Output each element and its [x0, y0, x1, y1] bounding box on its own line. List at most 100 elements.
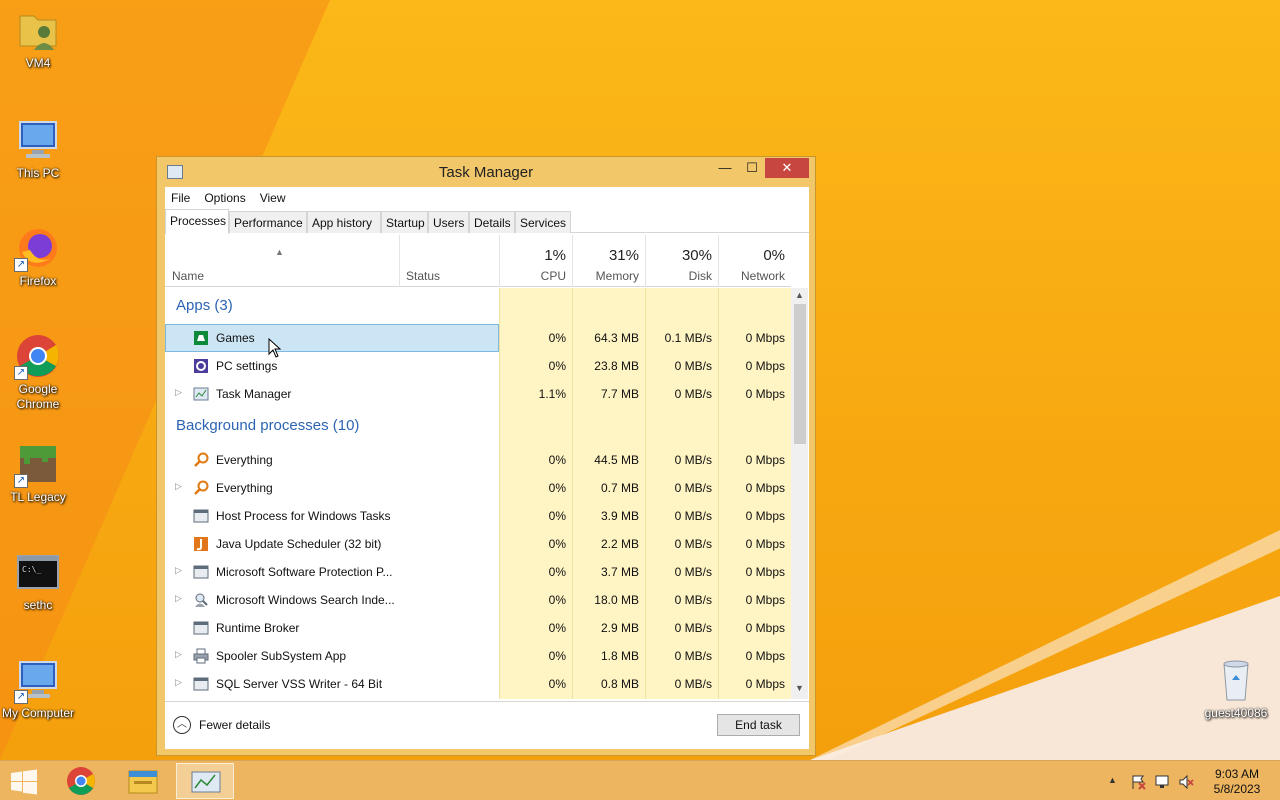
sort-ascending-icon: ▲ [275, 247, 284, 257]
printer-icon [193, 648, 209, 664]
expand-chevron-icon[interactable]: ▷ [175, 677, 182, 688]
end-task-button[interactable]: End task [717, 714, 800, 736]
system-window-icon [193, 676, 209, 692]
table-row[interactable]: Games 0% 64.3 MB 0.1 MB/s 0 Mbps [165, 324, 791, 352]
start-button[interactable] [10, 769, 38, 795]
vertical-scrollbar[interactable]: ▲ ▼ [791, 288, 808, 699]
shortcut-arrow-icon: ↗ [14, 690, 28, 704]
column-header-network[interactable]: 0% Network [718, 235, 791, 287]
desktop-icon-sethc[interactable]: C:\_ sethc [0, 548, 76, 613]
system-window-icon [193, 508, 209, 524]
taskbar-chrome[interactable] [52, 763, 110, 799]
tab-processes[interactable]: Processes [165, 209, 229, 234]
tab-users[interactable]: Users [428, 211, 469, 233]
minimize-button[interactable]: — [713, 158, 737, 178]
column-header-name[interactable]: ▲ Name [165, 235, 399, 287]
shortcut-arrow-icon: ↗ [14, 258, 28, 272]
tab-details[interactable]: Details [469, 211, 515, 233]
column-header-cpu[interactable]: 1% CPU [499, 235, 572, 287]
tab-services[interactable]: Services [515, 211, 571, 233]
column-header-memory[interactable]: 31% Memory [572, 235, 645, 287]
desktop-icon-my-computer[interactable]: ↗ My Computer [0, 656, 76, 721]
taskbar-task-manager[interactable] [176, 763, 234, 799]
column-header-status[interactable]: Status [399, 235, 499, 287]
menu-options[interactable]: Options [204, 191, 245, 205]
table-row[interactable]: ▷ Task Manager 1.1% 7.7 MB 0 MB/s 0 Mbps [165, 380, 791, 408]
expand-chevron-icon[interactable]: ▷ [175, 593, 182, 604]
maximize-button[interactable]: ☐ [739, 158, 765, 178]
tab-startup[interactable]: Startup [381, 211, 428, 233]
group-header-apps[interactable]: Apps (3) [165, 288, 791, 324]
system-window-icon [193, 620, 209, 636]
taskbar-file-explorer[interactable] [114, 763, 172, 799]
start-icon [11, 769, 37, 795]
desktop-icon-recycle-bin[interactable]: guest40086 [1198, 656, 1274, 721]
minecraft-icon: ↗ [14, 440, 62, 488]
desktop-icon-label: TL Legacy [10, 490, 66, 504]
show-hidden-icons-arrow[interactable]: ▲ [1108, 775, 1117, 785]
expand-chevron-icon[interactable]: ▷ [175, 481, 182, 492]
task-manager-icon [191, 771, 221, 793]
chrome-icon: ↗ [14, 332, 62, 380]
menu-bar: File Options View [165, 187, 809, 209]
table-row[interactable]: ▷ Spooler SubSystem App 0% 1.8 MB 0 MB/s… [165, 642, 791, 670]
table-row[interactable]: ▷ Everything 0% 0.7 MB 0 MB/s 0 Mbps [165, 474, 791, 502]
desktop-icon-tl-legacy[interactable]: ↗ TL Legacy [0, 440, 76, 505]
search-indexer-icon [193, 592, 209, 608]
table-row[interactable]: Everything 0% 44.5 MB 0 MB/s 0 Mbps [165, 446, 791, 474]
recycle-bin-icon [1212, 656, 1260, 704]
table-row[interactable]: ▷ Microsoft Software Protection P... 0% … [165, 558, 791, 586]
table-row[interactable]: Java Update Scheduler (32 bit) 0% 2.2 MB… [165, 530, 791, 558]
tab-strip: Processes Performance App history Startu… [165, 209, 809, 234]
column-header-disk[interactable]: 30% Disk [645, 235, 718, 287]
table-row[interactable]: Runtime Broker 0% 2.9 MB 0 MB/s 0 Mbps [165, 614, 791, 642]
console-icon: C:\_ [14, 548, 62, 596]
tab-app-history[interactable]: App history [307, 211, 381, 233]
clock-date: 5/8/2023 [1213, 782, 1261, 796]
java-icon [193, 536, 209, 552]
desktop-icon-label: This PC [16, 166, 60, 180]
desktop-icon-label: sethc [23, 598, 53, 612]
settings-gear-icon [193, 358, 209, 374]
desktop-icon-label: VM4 [25, 56, 51, 70]
mouse-cursor-icon [268, 338, 282, 358]
desktop-icon-google-chrome[interactable]: ↗ Google Chrome [0, 332, 76, 412]
tab-performance[interactable]: Performance [229, 211, 307, 233]
shortcut-arrow-icon: ↗ [14, 474, 28, 488]
desktop-icon-firefox[interactable]: ↗ Firefox [0, 224, 76, 289]
expand-chevron-icon[interactable]: ▷ [175, 565, 182, 576]
expand-chevron-icon[interactable]: ▷ [175, 387, 182, 398]
window-client: File Options View Processes Performance … [165, 187, 809, 749]
magnifier-icon [193, 452, 209, 468]
clock-time: 9:03 AM [1214, 767, 1260, 781]
desktop-icon-label: Firefox [19, 274, 57, 288]
scroll-thumb[interactable] [794, 304, 806, 444]
chevron-up-circle-icon[interactable]: ︿ [173, 716, 191, 734]
fewer-details-link[interactable]: Fewer details [199, 718, 270, 732]
table-row[interactable]: Host Process for Windows Tasks 0% 3.9 MB… [165, 502, 791, 530]
svg-text:C:\_: C:\_ [22, 565, 41, 574]
scroll-down-arrow-icon[interactable]: ▼ [791, 683, 808, 697]
action-center-flag-icon[interactable] [1130, 774, 1146, 790]
title-bar[interactable]: Task Manager — ☐ ✕ [157, 157, 815, 187]
games-icon [193, 330, 209, 346]
table-row[interactable]: ▷ Microsoft Windows Search Inde... 0% 18… [165, 586, 791, 614]
desktop-icon-this-pc[interactable]: This PC [0, 116, 76, 181]
table-header: ▲ Name Status 1% CPU 31% Memory 30% Disk [165, 235, 791, 287]
volume-muted-icon[interactable] [1178, 774, 1194, 790]
menu-file[interactable]: File [171, 191, 190, 205]
table-row[interactable]: ▷ SQL Server VSS Writer - 64 Bit 0% 0.8 … [165, 670, 791, 698]
close-button[interactable]: ✕ [765, 158, 809, 178]
desktop-icon-label: Google Chrome [16, 382, 60, 411]
network-icon[interactable] [1154, 774, 1170, 790]
scroll-up-arrow-icon[interactable]: ▲ [791, 290, 808, 304]
taskbar-clock[interactable]: 9:03 AM 5/8/2023 [1204, 767, 1270, 797]
expand-chevron-icon[interactable]: ▷ [175, 649, 182, 660]
task-manager-window: Task Manager — ☐ ✕ File Options View Pro… [156, 156, 816, 756]
desktop-icon-vm4[interactable]: VM4 [0, 6, 76, 71]
file-explorer-icon [128, 770, 158, 794]
table-row[interactable]: PC settings 0% 23.8 MB 0 MB/s 0 Mbps [165, 352, 791, 380]
menu-view[interactable]: View [260, 191, 286, 205]
group-header-background[interactable]: Background processes (10) [165, 408, 791, 444]
firefox-icon: ↗ [14, 224, 62, 272]
